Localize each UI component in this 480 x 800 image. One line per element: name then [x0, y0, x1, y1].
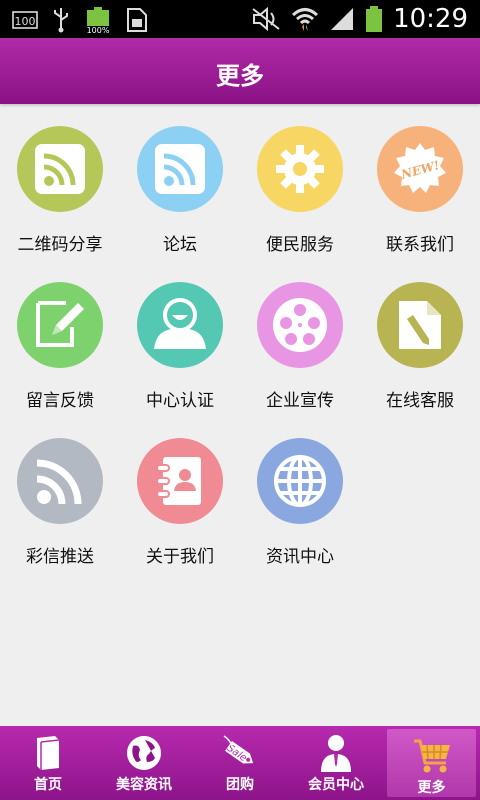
- grid-item-news-center[interactable]: 资讯中心: [240, 416, 360, 567]
- tab-label: 会员中心: [308, 777, 364, 793]
- grid-item-promotion[interactable]: 企业宣传: [240, 260, 360, 411]
- mute-icon: [251, 7, 281, 31]
- rss-icon: [17, 438, 103, 524]
- sim-card-icon: [126, 7, 148, 33]
- grid-item-services[interactable]: 便民服务: [240, 104, 360, 255]
- grid-item-label: 留言反馈: [26, 391, 94, 411]
- member-icon: [288, 734, 384, 772]
- sale-tag-icon: Sale: [192, 734, 288, 770]
- clock: 10:29: [393, 4, 468, 34]
- globe-icon: [96, 734, 192, 770]
- grid-item-certification[interactable]: 中心认证: [120, 260, 240, 411]
- title-bar: 更多: [0, 38, 480, 104]
- book-icon: [0, 734, 96, 770]
- edit-icon: [17, 282, 103, 368]
- tab-group-buy[interactable]: Sale 团购: [192, 726, 288, 800]
- battery-percent-text: 100%: [87, 26, 110, 34]
- grid-item-forum[interactable]: 论坛: [120, 104, 240, 255]
- document-edit-icon: [377, 282, 463, 368]
- grid-item-label: 中心认证: [146, 391, 214, 411]
- wifi-icon: [291, 6, 319, 32]
- page-title: 更多: [216, 62, 264, 90]
- grid-item-label: 企业宣传: [266, 391, 334, 411]
- cart-icon: [387, 737, 476, 773]
- rss-icon: [17, 126, 103, 212]
- tab-beauty-news[interactable]: 美容资讯: [96, 726, 192, 800]
- grid-item-mms-push[interactable]: 彩信推送: [0, 416, 120, 567]
- grid-item-label: 论坛: [163, 235, 197, 255]
- grid-item-online-service[interactable]: 在线客服: [360, 260, 480, 411]
- tab-home[interactable]: 首页: [0, 726, 96, 800]
- new-badge-icon: NEW!: [377, 126, 463, 212]
- battery-icon: [365, 5, 383, 33]
- tab-label: 团购: [226, 777, 254, 793]
- tab-label: 美容资讯: [116, 777, 172, 793]
- sim-100-text: 100: [15, 15, 36, 28]
- status-bar: 100 100% 10:29: [0, 0, 480, 38]
- grid-item-label: 联系我们: [386, 235, 454, 255]
- grid-item-label: 在线客服: [386, 391, 454, 411]
- grid-item-feedback[interactable]: 留言反馈: [0, 260, 120, 411]
- grid-item-label: 彩信推送: [26, 547, 94, 567]
- usb-icon: [52, 7, 70, 33]
- gear-icon: [257, 126, 343, 212]
- tab-label: 更多: [417, 780, 446, 796]
- bottom-tab-bar: 首页 美容资讯 Sale 团购 会员中心 更多: [0, 726, 480, 800]
- signal-icon: [329, 6, 355, 32]
- tab-label: 首页: [34, 777, 62, 793]
- grid-item-contact[interactable]: NEW! 联系我们: [360, 104, 480, 255]
- tab-more[interactable]: 更多: [387, 729, 476, 797]
- contact-book-icon: [137, 438, 223, 524]
- grid-item-label: 便民服务: [266, 235, 334, 255]
- sim-100-icon: 100: [12, 10, 38, 30]
- grid-item-about-us[interactable]: 关于我们: [120, 416, 240, 567]
- battery-charging-icon: 100%: [84, 6, 112, 34]
- rss-icon: [137, 126, 223, 212]
- tab-member-center[interactable]: 会员中心: [288, 726, 384, 800]
- grid-item-label: 资讯中心: [266, 547, 334, 567]
- grid-item-label: 关于我们: [146, 547, 214, 567]
- globe-icon: [257, 438, 343, 524]
- grid-item-qrcode-share[interactable]: 二维码分享: [0, 104, 120, 255]
- film-reel-icon: [257, 282, 343, 368]
- grid-item-label: 二维码分享: [17, 235, 103, 255]
- user-icon: [137, 282, 223, 368]
